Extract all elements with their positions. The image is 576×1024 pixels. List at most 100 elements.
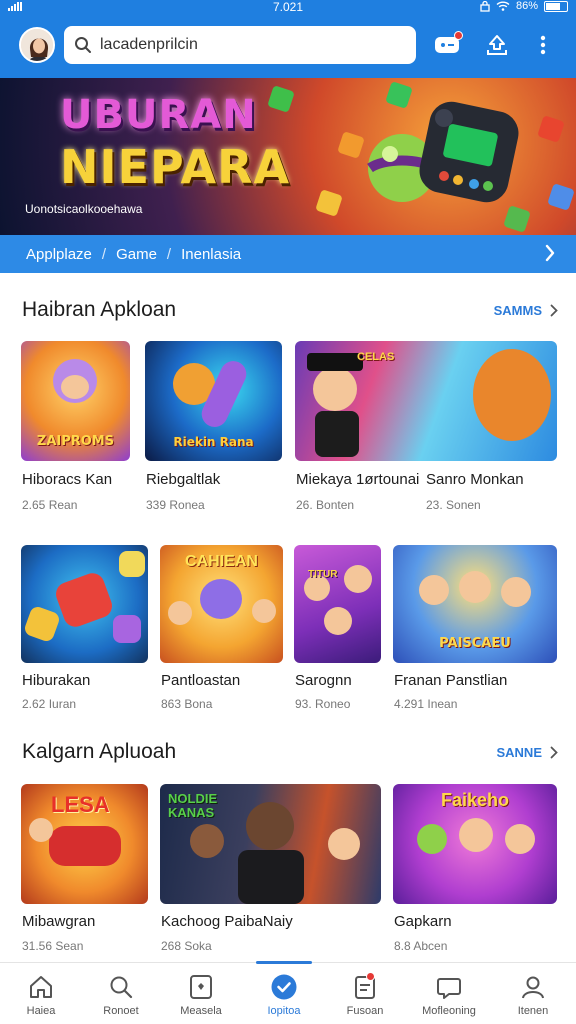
nav-label: Measela xyxy=(180,1005,222,1017)
more-vert-icon xyxy=(540,35,546,55)
share-button[interactable] xyxy=(482,30,512,60)
breadcrumb-item[interactable]: Applplaze xyxy=(26,246,92,263)
section-title: Haibran Apkloan xyxy=(22,298,177,321)
nav-item-top[interactable]: Iopitoa xyxy=(243,971,325,1021)
app-card[interactable]: Hiburakan 2.62 Iuran xyxy=(21,545,149,715)
chevron-right-icon[interactable] xyxy=(544,244,556,262)
breadcrumb-item[interactable]: Game xyxy=(116,246,157,263)
search-input[interactable] xyxy=(100,36,390,54)
app-meta: 2.62 Iuran xyxy=(22,697,77,711)
app-meta: 4.291 Inean xyxy=(394,697,458,711)
see-all-link[interactable]: SANNE xyxy=(496,745,558,760)
app-card[interactable]: CAHIEAN Pantloastan 863 Bona xyxy=(160,545,284,715)
app-meta: 31.56 Sean xyxy=(22,939,84,953)
handheld-console-icon xyxy=(419,101,519,203)
chevron-right-icon xyxy=(550,304,558,317)
app-card-wide[interactable]: NOLDIE KANAS Kachoog PaibaNaiy 268 Soka xyxy=(160,784,382,956)
chevron-right-icon xyxy=(550,746,558,759)
app-card[interactable]: Riekin Rana Riebgaltlak 339 Ronea xyxy=(145,341,283,512)
app-thumbnail: Faikeho xyxy=(393,784,557,904)
hero-banner[interactable]: UBURAN NIEPARA Uonotsicaolkooehawa xyxy=(0,78,576,235)
candy-art xyxy=(119,551,145,577)
app-card[interactable]: ZAIPROMS Hiboracs Kan 2.65 Rean xyxy=(21,341,131,512)
decor-cube xyxy=(385,81,413,109)
avatar[interactable] xyxy=(19,27,55,63)
thumbnail-text: PAISCAEU xyxy=(439,636,511,651)
character-face xyxy=(246,802,294,850)
character-art xyxy=(200,579,242,619)
character-art xyxy=(168,601,192,625)
nav-label: Ronoet xyxy=(103,1005,139,1017)
person-icon xyxy=(522,976,544,999)
character-face xyxy=(501,577,531,607)
character-body xyxy=(315,411,359,457)
character-face xyxy=(190,824,224,858)
app-thumbnail: TITUR xyxy=(294,545,381,663)
app-thumbnail: CAHIEAN xyxy=(160,545,283,663)
app-meta: 268 Soka xyxy=(161,939,212,953)
app-meta: 26. Bonten xyxy=(296,498,355,512)
breadcrumb-separator: / xyxy=(101,245,107,263)
messages-button[interactable] xyxy=(432,30,463,60)
thumbnail-text: Faikeho xyxy=(440,790,510,810)
thumbnail-text: CAHIEAN xyxy=(185,553,258,570)
character-face xyxy=(313,367,357,411)
app-meta: 8.8 Abcen xyxy=(394,939,448,953)
candy-art xyxy=(113,615,141,643)
app-name: Miekaya 1ørtounai xyxy=(296,471,420,488)
nav-item-profile[interactable]: Itenen xyxy=(492,971,574,1021)
hero-title-line1: UBURAN xyxy=(60,92,257,138)
thumbnail-text: NOLDIE KANAS xyxy=(168,791,218,820)
character-face xyxy=(61,375,89,399)
status-bar: 7.021 86% xyxy=(0,0,576,16)
app-card-wide[interactable]: CELAS Miekaya 1ørtounai 26. Bonten Sanro… xyxy=(295,341,557,512)
search-icon xyxy=(75,37,91,53)
breadcrumb-item[interactable]: Inenlasia xyxy=(181,246,241,263)
app-meta: 863 Bona xyxy=(161,697,213,711)
upload-icon xyxy=(487,35,507,55)
wifi-icon xyxy=(496,1,510,11)
app-card[interactable]: PAISCAEU Franan Panstlian 4.291 Inean xyxy=(393,545,557,715)
nav-item-search[interactable]: Ronoet xyxy=(80,971,162,1021)
app-card[interactable]: LESA Mibawgran 31.56 Sean xyxy=(21,784,149,956)
character-face xyxy=(344,565,372,593)
see-all-label: SANNE xyxy=(496,745,542,760)
nav-label: Iopitoa xyxy=(267,1005,301,1017)
nav-item-updates[interactable]: Fusoan xyxy=(324,971,406,1021)
app-card[interactable]: TITUR Sarognn 93. Roneo xyxy=(294,545,382,715)
character-face xyxy=(459,818,493,852)
app-thumbnail: Riekin Rana xyxy=(145,341,282,461)
nav-item-messages[interactable]: Mofleoning xyxy=(408,971,490,1021)
character-body xyxy=(238,850,304,904)
search-bar[interactable] xyxy=(64,26,416,64)
character-face xyxy=(328,828,360,860)
breadcrumb-separator: / xyxy=(166,245,172,263)
nav-label: Itenen xyxy=(517,1005,549,1017)
more-options-button[interactable] xyxy=(528,30,558,60)
app-name: Kachoog PaibaNaiy xyxy=(161,913,293,930)
notification-dot xyxy=(366,972,375,981)
app-name: Sarognn xyxy=(295,672,352,689)
bottom-navigation: Haiea Ronoet Measela Iopitoa Fusoan Mofl… xyxy=(0,961,576,1024)
app-meta: 23. Sonen xyxy=(426,498,481,512)
see-all-link[interactable]: SAMMS xyxy=(494,303,558,318)
thumbnail-text: Riekin Rana xyxy=(173,435,254,449)
app-card[interactable]: Faikeho Gapkarn 8.8 Abcen xyxy=(393,784,557,956)
app-name: Mibawgran xyxy=(22,913,96,930)
app-thumbnail: PAISCAEU xyxy=(393,545,557,663)
character-face xyxy=(324,607,352,635)
top-hat-art xyxy=(307,353,363,371)
decor-cube xyxy=(537,115,565,143)
see-all-label: SAMMS xyxy=(493,303,542,318)
app-name: Gapkarn xyxy=(394,913,452,930)
decor-cube xyxy=(337,131,365,159)
character-face xyxy=(505,824,535,854)
app-name: Hiboracs Kan xyxy=(22,471,113,488)
home-icon xyxy=(30,976,52,998)
nav-item-media[interactable]: Measela xyxy=(160,971,242,1021)
lock-rotate-icon xyxy=(480,0,490,12)
search-icon xyxy=(110,976,133,999)
candy-art xyxy=(22,604,62,644)
nav-item-home[interactable]: Haiea xyxy=(0,971,82,1021)
candy-art xyxy=(52,569,116,631)
